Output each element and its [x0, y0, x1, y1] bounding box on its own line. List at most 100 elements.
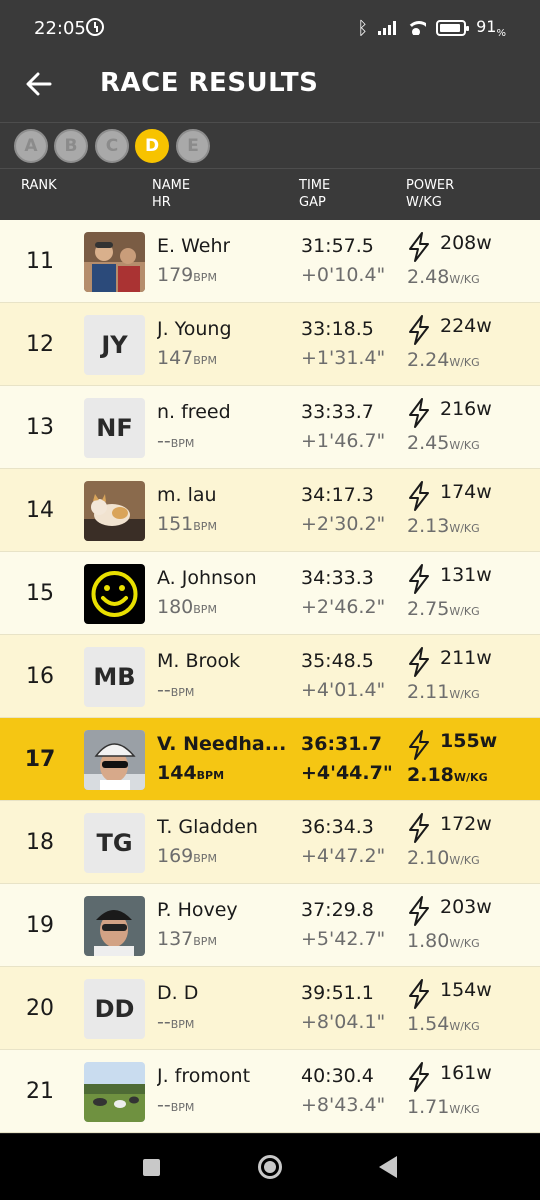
signal-icon — [378, 21, 397, 36]
heart-rate: --BPM — [157, 1011, 195, 1033]
rank-value: 20 — [26, 996, 54, 1021]
result-row[interactable]: 21 J. fromont --BPM 40:30.4 +8'43.4" 161w 1.71… — [0, 1050, 540, 1133]
column-name-hr[interactable]: NAME HR — [152, 177, 190, 211]
alarm-icon — [86, 18, 104, 36]
column-headers: RANK NAME HR TIME GAP POWER W/KG — [0, 168, 540, 220]
finish-time: 34:17.3 — [301, 484, 374, 506]
avatar[interactable] — [84, 730, 145, 790]
lightning-bolt-icon — [407, 1062, 431, 1092]
category-d-button[interactable]: D — [135, 129, 169, 163]
avatar[interactable]: TG — [84, 813, 145, 873]
result-row[interactable]: 12 JY J. Young 147BPM 33:18.5 +1'31.4" 224w 2.2… — [0, 303, 540, 386]
rider-name[interactable]: V. Needha... — [157, 733, 286, 755]
result-row[interactable]: 18 TG T. Gladden 169BPM 36:34.3 +4'47.2" 172w 2… — [0, 801, 540, 884]
power-value: 131w — [440, 564, 492, 586]
rider-name[interactable]: J. Young — [157, 318, 232, 340]
lightning-bolt-icon — [407, 315, 431, 345]
rank-value: 14 — [26, 498, 54, 523]
watts-per-kg: 2.75W/KG — [407, 598, 480, 620]
back-arrow-icon[interactable] — [26, 71, 52, 97]
avatar[interactable]: NF — [84, 398, 145, 458]
rider-name[interactable]: T. Gladden — [157, 816, 258, 838]
recents-icon[interactable] — [143, 1159, 160, 1176]
column-time-gap[interactable]: TIME GAP — [299, 177, 330, 211]
result-row[interactable]: 13 NF n. freed --BPM 33:33.7 +1'46.7" 216w 2.45… — [0, 386, 540, 469]
category-filter: A B C D E — [0, 122, 540, 168]
heart-rate: 137BPM — [157, 928, 217, 950]
watts-per-kg: 1.80W/KG — [407, 930, 480, 952]
avatar[interactable] — [84, 481, 145, 541]
heart-rate: 180BPM — [157, 596, 217, 618]
lightning-bolt-icon — [407, 813, 431, 843]
rider-name[interactable]: M. Brook — [157, 650, 240, 672]
rider-name[interactable]: A. Johnson — [157, 567, 257, 589]
result-row[interactable]: 20 DD D. D --BPM 39:51.1 +8'04.1" 154w 1.54W/KG — [0, 967, 540, 1050]
avatar-initials: MB — [93, 663, 136, 691]
avatar[interactable] — [84, 232, 145, 292]
power-value: 155w — [440, 730, 498, 752]
result-row[interactable]: 19 P. Hovey 137BPM 37:29.8 +5'42.7" 203w 1.80W… — [0, 884, 540, 967]
rider-name[interactable]: J. fromont — [157, 1065, 250, 1087]
avatar[interactable]: JY — [84, 315, 145, 375]
avatar[interactable] — [84, 896, 145, 956]
finish-time: 37:29.8 — [301, 899, 374, 921]
power-value: 216w — [440, 398, 492, 420]
result-row[interactable]: 14 m. lau 151BPM 34:17.3 +2'30.2" 174w 2.13W/K… — [0, 469, 540, 552]
avatar-initials: DD — [94, 995, 135, 1023]
rider-name[interactable]: E. Wehr — [157, 235, 230, 257]
rank-value: 21 — [26, 1079, 54, 1104]
power-value: 208w — [440, 232, 492, 254]
power-value: 161w — [440, 1062, 492, 1084]
time-gap: +1'46.7" — [301, 430, 386, 452]
lightning-bolt-icon — [407, 564, 431, 594]
lightning-bolt-icon — [407, 896, 431, 926]
category-e-button[interactable]: E — [176, 129, 210, 163]
finish-time: 31:57.5 — [301, 235, 374, 257]
finish-time: 34:33.3 — [301, 567, 374, 589]
column-rank[interactable]: RANK — [21, 177, 57, 194]
time-gap: +5'42.7" — [301, 928, 386, 950]
battery-icon — [436, 20, 470, 37]
watts-per-kg: 2.24W/KG — [407, 349, 480, 371]
avatar[interactable]: DD — [84, 979, 145, 1039]
lightning-bolt-icon — [407, 979, 431, 1009]
time-gap: +1'31.4" — [301, 347, 386, 369]
results-list[interactable]: 11 E. Wehr 179BPM 31:57.5 +0'10.4" 208w 2.48W/… — [0, 220, 540, 1133]
rank-value: 18 — [26, 830, 54, 855]
home-icon[interactable] — [258, 1155, 282, 1179]
category-c-button[interactable]: C — [95, 129, 129, 163]
time-gap: +8'43.4" — [301, 1094, 386, 1116]
category-a-button[interactable]: A — [14, 129, 48, 163]
watts-per-kg: 2.18W/KG — [407, 764, 488, 786]
result-row[interactable]: 16 MB M. Brook --BPM 35:48.5 +4'01.4" 211w 2.11… — [0, 635, 540, 718]
result-row[interactable]: 11 E. Wehr 179BPM 31:57.5 +0'10.4" 208w 2.48W/… — [0, 220, 540, 303]
watts-per-kg: 1.71W/KG — [407, 1096, 480, 1118]
lightning-bolt-icon — [407, 647, 431, 677]
power-value: 203w — [440, 896, 492, 918]
avatar[interactable] — [84, 1062, 145, 1122]
watts-per-kg: 2.48W/KG — [407, 266, 480, 288]
rider-name[interactable]: m. lau — [157, 484, 217, 506]
result-row[interactable]: 15 A. Johnson 180BPM 34:33.3 +2'46.2" 131w 2.7… — [0, 552, 540, 635]
avatar-initials: NF — [96, 414, 133, 442]
time-gap: +4'47.2" — [301, 845, 386, 867]
rider-name[interactable]: P. Hovey — [157, 899, 238, 921]
category-b-button[interactable]: B — [54, 129, 88, 163]
time-gap: +4'44.7" — [301, 762, 393, 784]
rider-name[interactable]: n. freed — [157, 401, 231, 423]
rider-name[interactable]: D. D — [157, 982, 198, 1004]
heart-rate: 144BPM — [157, 762, 225, 784]
time-gap: +4'01.4" — [301, 679, 386, 701]
rank-value: 17 — [24, 747, 56, 772]
power-value: 211w — [440, 647, 492, 669]
avatar[interactable]: MB — [84, 647, 145, 707]
heart-rate: --BPM — [157, 430, 195, 452]
lightning-bolt-icon — [407, 481, 431, 511]
status-icons: ᛒ 91% — [357, 17, 506, 39]
rank-value: 11 — [26, 249, 54, 274]
column-power-wkg[interactable]: POWER W/KG — [406, 177, 454, 211]
nav-back-icon[interactable] — [379, 1156, 397, 1178]
avatar[interactable] — [84, 564, 145, 624]
result-row[interactable]: 17 V. Needha... 144BPM 36:31.7 +4'44.7" 155w 2… — [0, 718, 540, 801]
finish-time: 35:48.5 — [301, 650, 374, 672]
